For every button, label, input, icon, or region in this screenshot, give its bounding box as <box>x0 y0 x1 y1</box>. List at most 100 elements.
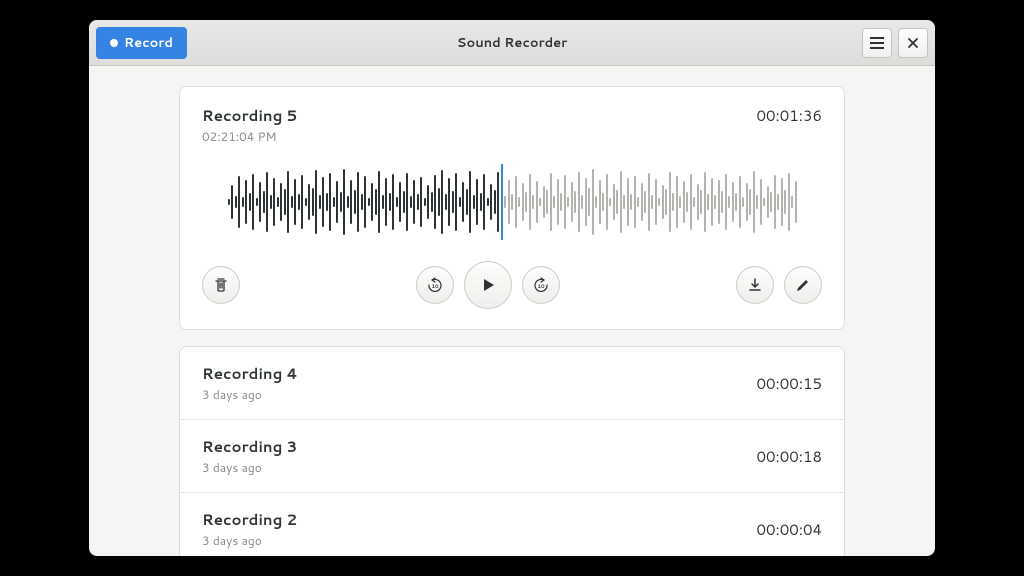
waveform-bar <box>340 192 342 212</box>
waveform-bar <box>508 180 510 224</box>
waveform-bar <box>231 185 233 219</box>
waveform-bar <box>361 194 363 210</box>
waveform-bar <box>760 179 762 225</box>
delete-button[interactable] <box>202 266 240 304</box>
waveform-bar <box>378 171 380 233</box>
waveform-bar <box>277 197 279 207</box>
forward-10-button[interactable]: 10 <box>522 266 560 304</box>
waveform-bar <box>767 186 769 218</box>
waveform-bar <box>462 182 464 222</box>
waveform-bar <box>319 195 321 209</box>
waveform-bar <box>795 181 797 223</box>
record-dot-icon <box>110 39 118 47</box>
waveform-bar <box>700 190 702 214</box>
waveform-bar <box>676 176 678 228</box>
waveform-bar <box>683 181 685 223</box>
list-item-duration: 00:00:18 <box>757 446 822 467</box>
list-item-meta: 3 days ago <box>202 532 297 549</box>
record-button-label: Record <box>124 34 173 52</box>
main-content: Recording 5 02:21:04 PM 00:01:36 10 <box>89 66 935 556</box>
waveform-bar <box>763 198 765 206</box>
record-button[interactable]: Record <box>96 27 187 59</box>
waveform-bar <box>651 195 653 209</box>
waveform-bar <box>536 181 538 223</box>
waveform-bar <box>522 183 524 221</box>
waveform-bar <box>553 196 555 208</box>
waveform-bar <box>725 174 727 230</box>
waveform-bar <box>273 178 275 226</box>
waveform-bar <box>686 192 688 212</box>
play-button[interactable] <box>464 261 512 309</box>
rename-button[interactable] <box>784 266 822 304</box>
waveform-bar <box>291 196 293 208</box>
download-icon <box>747 277 763 293</box>
waveform-bar <box>494 190 496 214</box>
waveform[interactable] <box>202 159 822 245</box>
export-button[interactable] <box>736 266 774 304</box>
waveform-bar <box>616 190 618 214</box>
waveform-bar <box>322 177 324 227</box>
waveform-bar <box>658 198 660 206</box>
right-controls <box>736 266 822 304</box>
waveform-bar <box>448 178 450 226</box>
waveform-bar <box>669 172 671 232</box>
waveform-bar <box>753 171 755 233</box>
waveform-bar <box>662 185 664 219</box>
waveform-bar <box>609 198 611 206</box>
recordings-list: Recording 4 3 days ago 00:00:15 Recordin… <box>179 346 845 556</box>
recording-list-item[interactable]: Recording 3 3 days ago 00:00:18 <box>180 420 844 493</box>
recording-title-block: Recording 5 02:21:04 PM <box>202 105 297 145</box>
recording-list-item[interactable]: Recording 4 3 days ago 00:00:15 <box>180 347 844 420</box>
waveform-bar <box>410 196 412 208</box>
waveform-bar <box>564 175 566 229</box>
waveform-bar <box>364 176 366 228</box>
waveform-bar <box>770 192 772 212</box>
waveform-bar <box>466 189 468 215</box>
hamburger-menu-button[interactable] <box>862 28 892 58</box>
rewind-10-button[interactable]: 10 <box>416 266 454 304</box>
waveform-bar <box>623 195 625 209</box>
waveform-bar <box>301 175 303 229</box>
waveform-bar <box>308 184 310 220</box>
waveform-bar <box>665 189 667 215</box>
svg-text:10: 10 <box>537 283 545 290</box>
waveform-bar <box>420 177 422 227</box>
waveform-bar <box>256 198 258 206</box>
waveform-bar <box>641 183 643 221</box>
waveform-bar <box>235 196 237 208</box>
waveform-bar <box>739 176 741 228</box>
waveform-bar <box>711 178 713 226</box>
center-controls: 10 10 <box>416 261 560 309</box>
waveform-bar <box>455 173 457 231</box>
waveform-bar <box>263 191 265 213</box>
list-item-left: Recording 2 3 days ago <box>202 509 297 549</box>
waveform-bar <box>252 174 254 230</box>
trash-icon <box>213 277 229 293</box>
waveform-bar <box>788 173 790 231</box>
playback-controls: 10 10 <box>202 261 822 309</box>
recording-list-item[interactable]: Recording 2 3 days ago 00:00:04 <box>180 493 844 556</box>
waveform-bar <box>791 196 793 208</box>
waveform-bar <box>630 194 632 210</box>
selected-recording-card: Recording 5 02:21:04 PM 00:01:36 10 <box>179 86 845 330</box>
waveform-bar <box>445 194 447 210</box>
waveform-bar <box>511 194 513 210</box>
waveform-bar <box>735 193 737 211</box>
waveform-bar <box>606 174 608 230</box>
waveform-bar <box>644 191 646 213</box>
waveform-bar <box>690 174 692 230</box>
waveform-bar <box>368 198 370 206</box>
waveform-bar <box>382 195 384 209</box>
waveform-bar <box>602 193 604 211</box>
waveform-bar <box>287 171 289 233</box>
close-button[interactable] <box>898 28 928 58</box>
waveform-bar <box>483 174 485 230</box>
waveform-bar <box>427 185 429 219</box>
playhead-marker[interactable] <box>501 164 503 240</box>
waveform-bar <box>487 198 489 206</box>
waveform-bar <box>746 183 748 221</box>
waveform-bar <box>585 178 587 226</box>
forward-10-icon: 10 <box>532 276 550 294</box>
waveform-bar <box>315 170 317 234</box>
waveform-bar <box>728 196 730 208</box>
